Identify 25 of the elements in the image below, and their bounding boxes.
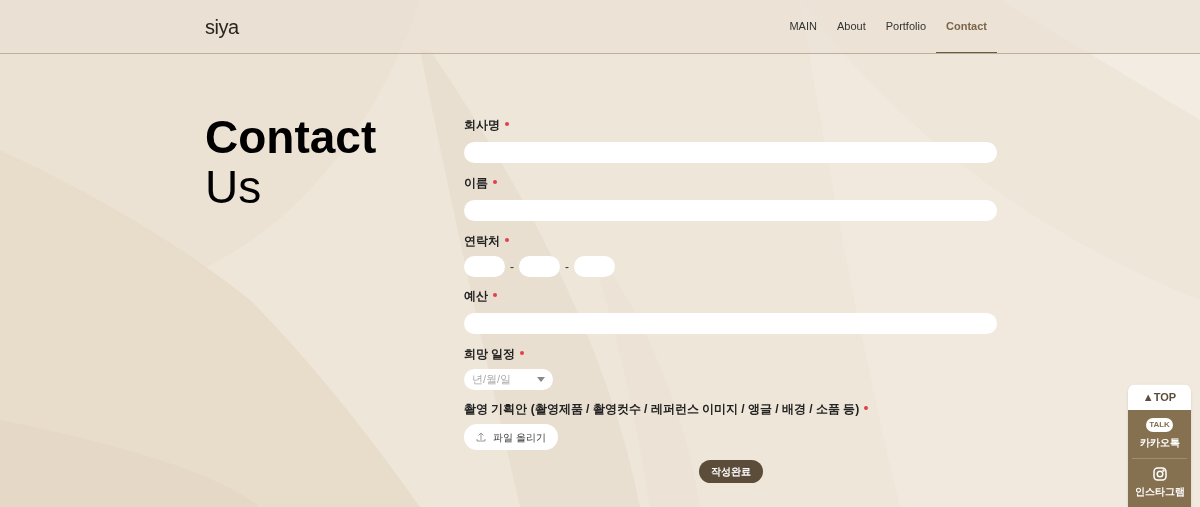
quick-menu-label: 인스타그램	[1134, 484, 1185, 499]
upload-button[interactable]: 파일 올리기	[464, 424, 558, 450]
nav-link[interactable]: Portfolio	[875, 0, 937, 53]
nav-link[interactable]: Contact	[936, 0, 997, 53]
field-label: 예산	[464, 288, 488, 305]
logo[interactable]: siya	[205, 11, 239, 42]
top-button[interactable]: ▲TOP	[1128, 384, 1191, 410]
field-label: 촬영 기획안 (촬영제품 / 촬영컷수 / 레퍼런스 이미지 / 앵글 / 배경 / 소품 등)	[464, 401, 860, 418]
submit-button[interactable]: 작성완료	[698, 460, 763, 483]
field-label: 희망 일정	[464, 346, 516, 363]
chat-bubble-icon: TALK	[1146, 417, 1173, 432]
nav-link[interactable]: MAIN	[779, 0, 827, 53]
nav-link[interactable]: About	[826, 0, 876, 53]
field-label: 이름	[464, 175, 488, 192]
quick-menu-item[interactable]: 인스타그램	[1132, 457, 1187, 499]
field-label: 연락처	[464, 233, 500, 250]
field-label: 회사명	[464, 117, 500, 134]
quick-menu-item[interactable]: TALK 카카오톡	[1132, 409, 1187, 458]
camera-icon	[1152, 466, 1167, 481]
quick-menu-label: 카카오톡	[1139, 435, 1180, 450]
caret-icon	[537, 377, 545, 382]
page-title: Contact Us	[205, 112, 378, 212]
separator: -	[565, 258, 569, 276]
upload-icon	[476, 432, 486, 442]
separator: -	[510, 258, 514, 276]
